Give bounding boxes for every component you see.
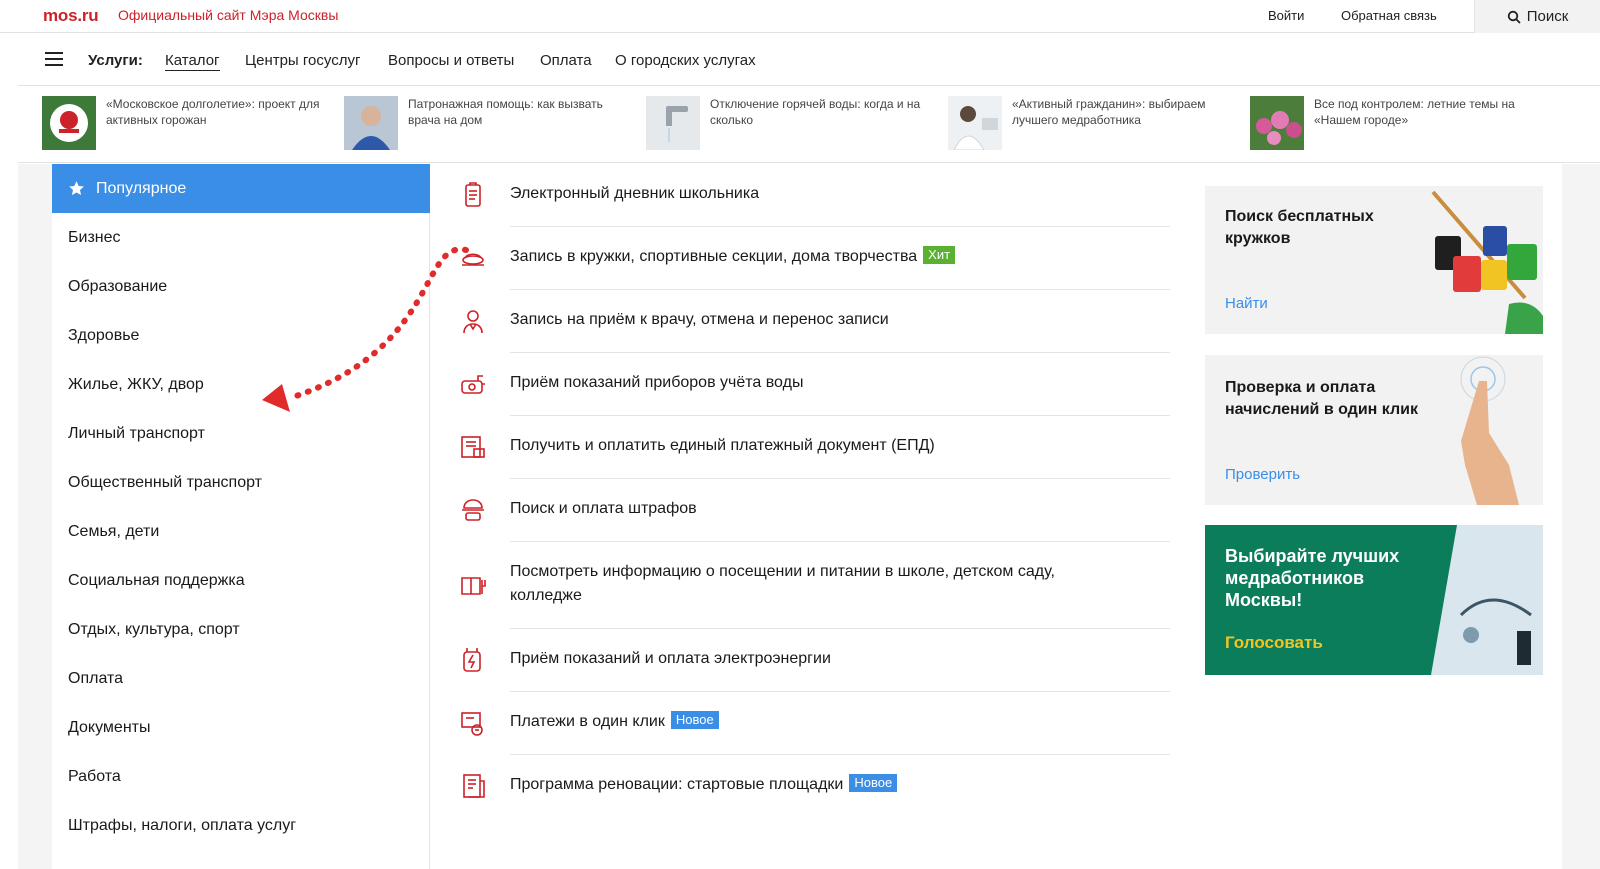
- news-thumbnail: [344, 96, 398, 150]
- sidebar-item-education[interactable]: Образование: [52, 262, 430, 311]
- renovation-icon: [463, 774, 485, 798]
- news-thumbnail: [948, 96, 1002, 150]
- sidebar-item-leisure[interactable]: Отдых, культура, спорт: [52, 605, 430, 654]
- divider: [510, 691, 1170, 692]
- service-label: Программа реновации: стартовые площадки Н…: [510, 773, 1130, 797]
- banner-title: Выбирайте лучших медработников Москвы!: [1225, 546, 1400, 610]
- category-sidebar: Популярное Бизнес Образование Здоровье Ж…: [52, 164, 430, 869]
- news-thumbnail: [1250, 96, 1304, 150]
- check-link[interactable]: Проверить: [1225, 466, 1300, 483]
- nav-payment[interactable]: Оплата: [540, 52, 592, 69]
- search-icon: [1507, 10, 1521, 24]
- service-label: Электронный дневник школьника: [510, 185, 760, 202]
- sidebar-item-housing[interactable]: Жилье, ЖКУ, двор: [52, 360, 430, 409]
- sidebar-item-personal-transport[interactable]: Личный транспорт: [52, 409, 430, 458]
- news-item[interactable]: Патронажная помощь: как вызвать врача на…: [344, 96, 644, 152]
- news-item[interactable]: Отключение горячей воды: когда и на скол…: [646, 96, 946, 152]
- news-strip: «Московское долголетие»: проект для акти…: [18, 87, 1600, 163]
- sidebar-item-payment[interactable]: Оплата: [52, 654, 430, 703]
- find-link[interactable]: Найти: [1225, 295, 1268, 312]
- sidebar-item-business[interactable]: Бизнес: [52, 213, 430, 262]
- sidebar-item-popular[interactable]: Популярное: [52, 164, 430, 213]
- news-item[interactable]: «Активный гражданин»: выбираем лучшего м…: [948, 96, 1248, 152]
- divider: [510, 415, 1170, 416]
- paint-brush-illustration: [1431, 190, 1543, 334]
- sidebar-item-label: Популярное: [96, 180, 187, 197]
- divider: [510, 226, 1170, 227]
- divider: [510, 628, 1170, 629]
- one-click-pay-icon: [461, 712, 483, 736]
- water-meter-icon: [461, 375, 485, 394]
- search-button[interactable]: Поиск: [1474, 0, 1600, 33]
- menu-icon[interactable]: [45, 52, 63, 66]
- sidebar-item-family[interactable]: Семья, дети: [52, 507, 430, 556]
- service-label: Платежи в один клик Новое: [510, 710, 1130, 734]
- payment-document-icon: [461, 436, 485, 458]
- news-text: «Активный гражданин»: выбираем лучшего м…: [1012, 97, 1206, 127]
- sidebar-item-work[interactable]: Работа: [52, 752, 430, 801]
- service-label: Запись на приём к врачу, отмена и перено…: [510, 311, 889, 328]
- right-gutter: [1562, 164, 1600, 869]
- service-label: Приём показаний и оплата электроэнергии: [510, 650, 831, 667]
- traffic-police-icon: [462, 499, 484, 521]
- news-text: Отключение горячей воды: когда и на скол…: [710, 97, 921, 127]
- vote-link[interactable]: Голосовать: [1225, 633, 1323, 653]
- search-label: Поиск: [1526, 8, 1569, 25]
- nav-faq[interactable]: Вопросы и ответы: [388, 52, 514, 69]
- sidebar-item-documents[interactable]: Документы: [52, 703, 430, 752]
- divider: [510, 478, 1170, 479]
- service-label: Поиск и оплата штрафов: [510, 500, 697, 517]
- news-text: Патронажная помощь: как вызвать врача на…: [408, 97, 603, 127]
- banner-one-click-payment[interactable]: Проверка и оплата начислений в один клик…: [1205, 355, 1543, 505]
- top-bar: mos.ru Официальный сайт Мэра Москвы Войт…: [0, 0, 1600, 33]
- electricity-icon: [463, 648, 481, 672]
- feedback-link[interactable]: Обратная связь: [1341, 8, 1437, 23]
- nav-about-services[interactable]: О городских услугах: [615, 52, 756, 69]
- divider: [510, 352, 1170, 353]
- service-label: Приём показаний приборов учёта воды: [510, 374, 804, 391]
- divider: [510, 754, 1170, 755]
- news-thumbnail: [646, 96, 700, 150]
- service-label: Получить и оплатить единый платежный док…: [510, 437, 935, 454]
- service-label-text: Программа реновации: стартовые площадки: [510, 776, 844, 793]
- banner-title: Проверка и оплата начислений в один клик: [1225, 379, 1418, 418]
- divider: [510, 541, 1170, 542]
- service-label: Посмотреть информацию о посещении и пита…: [510, 563, 1055, 604]
- star-icon: [69, 181, 84, 196]
- new-badge: Новое: [849, 774, 898, 792]
- banner-title: Поиск бесплатных кружков: [1225, 208, 1374, 247]
- sidebar-item-public-transport[interactable]: Общественный транспорт: [52, 458, 430, 507]
- site-logo[interactable]: mos.ru: [43, 6, 99, 26]
- sidebar-item-social-support[interactable]: Социальная поддержка: [52, 556, 430, 605]
- nav-catalog[interactable]: Каталог: [165, 52, 220, 71]
- login-link[interactable]: Войти: [1268, 8, 1304, 23]
- school-diary-icon: [465, 182, 481, 207]
- service-label-text: Запись в кружки, спортивные секции, дома…: [510, 248, 918, 265]
- news-text: «Московское долголетие»: проект для акти…: [106, 97, 320, 127]
- banner-free-clubs[interactable]: Поиск бесплатных кружков Найти: [1205, 186, 1543, 334]
- services-nav: Услуги: Каталог Центры госуслуг Вопросы …: [18, 33, 1600, 86]
- new-badge: Новое: [670, 711, 719, 729]
- hit-badge: Хит: [923, 246, 956, 264]
- services-label: Услуги:: [88, 52, 143, 69]
- left-gutter: [18, 164, 52, 869]
- service-label: Запись в кружки, спортивные секции, дома…: [510, 245, 1130, 269]
- news-item[interactable]: «Московское долголетие»: проект для акти…: [42, 96, 342, 152]
- stethoscope-illustration: [1431, 525, 1543, 675]
- clubs-icon: [462, 253, 484, 266]
- news-thumbnail: [42, 96, 96, 150]
- sidebar-item-fines-taxes[interactable]: Штрафы, налоги, оплата услуг: [52, 801, 430, 850]
- news-text: Все под контролем: летние темы на «Нашем…: [1314, 97, 1515, 127]
- news-item[interactable]: Все под контролем: летние темы на «Нашем…: [1250, 96, 1550, 152]
- school-meals-icon: [461, 577, 486, 595]
- site-title[interactable]: Официальный сайт Мэра Москвы: [118, 7, 338, 23]
- nav-service-centers[interactable]: Центры госуслуг: [245, 52, 360, 69]
- banner-vote-medics[interactable]: Выбирайте лучших медработников Москвы! Г…: [1205, 525, 1543, 675]
- service-label-text: Платежи в один клик: [510, 713, 665, 730]
- doctor-icon: [463, 310, 483, 334]
- sidebar-item-health[interactable]: Здоровье: [52, 311, 430, 360]
- divider: [510, 289, 1170, 290]
